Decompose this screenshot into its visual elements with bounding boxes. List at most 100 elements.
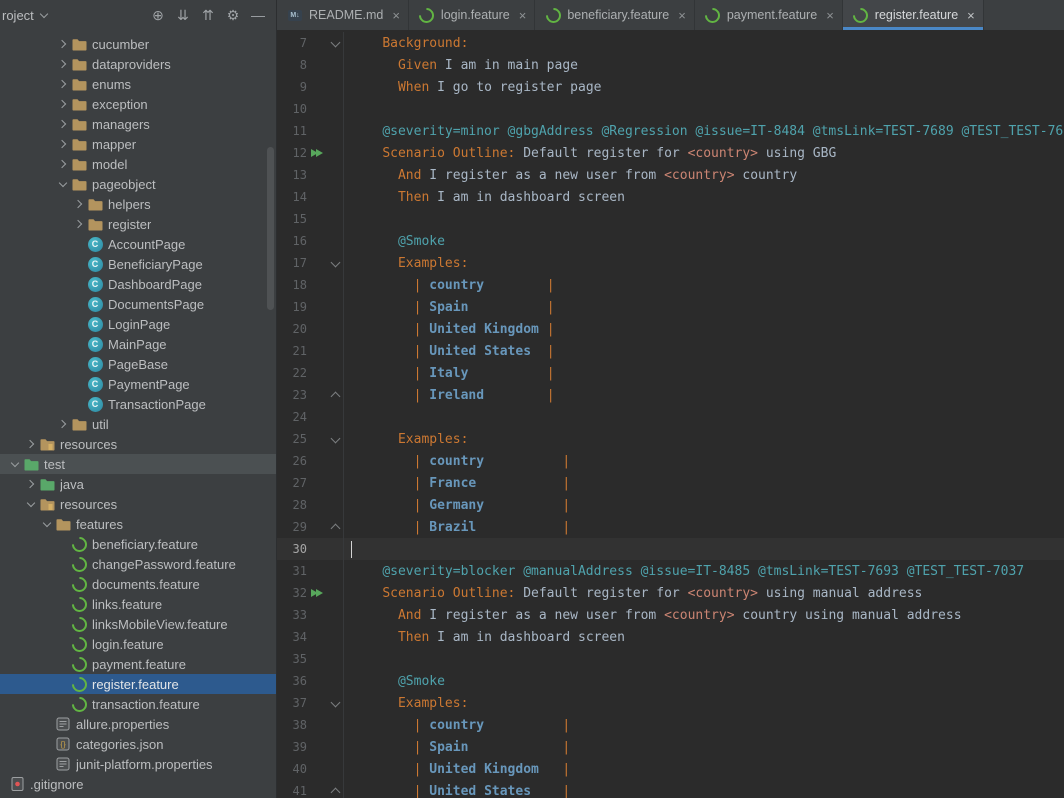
editor-line-26[interactable]: 26 | country | [277,450,1064,472]
editor-line-38[interactable]: 38 | country | [277,714,1064,736]
editor-line-15[interactable]: 15 [277,208,1064,230]
tree-item-mapper[interactable]: mapper [0,134,276,154]
tree-item-features[interactable]: features [0,514,276,534]
tree-item-links-feature[interactable]: links.feature [0,594,276,614]
editor-line-10[interactable]: 10 [277,98,1064,120]
tree-item-test[interactable]: test [0,454,276,474]
chevron-down-icon[interactable] [8,462,22,466]
fold-down-icon[interactable] [327,32,344,54]
tree-item-model[interactable]: model [0,154,276,174]
chevron-down-icon[interactable] [24,502,38,506]
tree-item-register-feature[interactable]: register.feature [0,674,276,694]
fold-up-icon[interactable] [327,384,344,406]
chevron-down-icon[interactable] [56,182,70,186]
locate-icon[interactable]: ⊕ [150,7,166,24]
editor-line-30[interactable]: 30 [277,538,1064,560]
tree-item-dataproviders[interactable]: dataproviders [0,54,276,74]
editor-line-20[interactable]: 20 | United Kingdom | [277,318,1064,340]
fold-down-icon[interactable] [327,692,344,714]
editor-line-33[interactable]: 33 And I register as a new user from <co… [277,604,1064,626]
chevron-right-icon[interactable] [56,61,70,67]
chevron-right-icon[interactable] [56,81,70,87]
hide-panel-icon[interactable]: — [250,7,266,23]
tree-item-exception[interactable]: exception [0,94,276,114]
editor-line-12[interactable]: 12 Scenario Outline: Default register fo… [277,142,1064,164]
chevron-down-icon[interactable] [40,522,54,526]
editor-line-11[interactable]: 11 @severity=minor @gbgAddress @Regressi… [277,120,1064,142]
project-panel-title[interactable]: roject [2,8,47,23]
expand-all-icon[interactable]: ⇊ [175,7,191,24]
chevron-right-icon[interactable] [56,41,70,47]
editor-line-36[interactable]: 36 @Smoke [277,670,1064,692]
tree-item-java[interactable]: java [0,474,276,494]
close-icon[interactable]: × [967,8,975,23]
editor-line-8[interactable]: 8 Given I am in main page [277,54,1064,76]
editor-line-41[interactable]: 41 | United States | [277,780,1064,798]
editor-line-28[interactable]: 28 | Germany | [277,494,1064,516]
tree-item-managers[interactable]: managers [0,114,276,134]
editor-line-16[interactable]: 16 @Smoke [277,230,1064,252]
tree-item-paymentpage[interactable]: CPaymentPage [0,374,276,394]
editor-line-35[interactable]: 35 [277,648,1064,670]
chevron-right-icon[interactable] [72,221,86,227]
tree-item-beneficiarypage[interactable]: CBeneficiaryPage [0,254,276,274]
tree-item-util[interactable]: util [0,414,276,434]
close-icon[interactable]: × [826,8,834,23]
editor-line-7[interactable]: 7 Background: [277,32,1064,54]
editor-line-29[interactable]: 29 | Brazil | [277,516,1064,538]
tab-beneficiary-feature[interactable]: beneficiary.feature× [535,0,695,30]
editor-line-25[interactable]: 25 Examples: [277,428,1064,450]
tree-item-pagebase[interactable]: CPageBase [0,354,276,374]
tree-item-cucumber[interactable]: cucumber [0,34,276,54]
tree-item-transactionpage[interactable]: CTransactionPage [0,394,276,414]
tree-item-categories-json[interactable]: {}categories.json [0,734,276,754]
chevron-right-icon[interactable] [56,101,70,107]
editor-line-40[interactable]: 40 | United Kingdom | [277,758,1064,780]
editor-line-31[interactable]: 31 @severity=blocker @manualAddress @iss… [277,560,1064,582]
editor-line-32[interactable]: 32 Scenario Outline: Default register fo… [277,582,1064,604]
tree-item-accountpage[interactable]: CAccountPage [0,234,276,254]
editor[interactable]: 7 Background:8 Given I am in main page9 … [277,30,1064,798]
tree-item-loginpage[interactable]: CLoginPage [0,314,276,334]
editor-line-18[interactable]: 18 | country | [277,274,1064,296]
tree-item-changepassword-feature[interactable]: changePassword.feature [0,554,276,574]
editor-line-34[interactable]: 34 Then I am in dashboard screen [277,626,1064,648]
tree-item-allure-properties[interactable]: allure.properties [0,714,276,734]
close-icon[interactable]: × [678,8,686,23]
editor-line-21[interactable]: 21 | United States | [277,340,1064,362]
fold-up-icon[interactable] [327,780,344,798]
tree-item-transaction-feature[interactable]: transaction.feature [0,694,276,714]
tree-item-resources[interactable]: resources [0,494,276,514]
tree-item-mainpage[interactable]: CMainPage [0,334,276,354]
run-scenario-icon[interactable] [307,149,327,157]
editor-line-24[interactable]: 24 [277,406,1064,428]
tree-item-payment-feature[interactable]: payment.feature [0,654,276,674]
tree-item-pageobject[interactable]: pageobject [0,174,276,194]
tree-item-resources[interactable]: resources [0,434,276,454]
chevron-right-icon[interactable] [24,481,38,487]
tree-item-helpers[interactable]: helpers [0,194,276,214]
editor-line-22[interactable]: 22 | Italy | [277,362,1064,384]
tree-item-beneficiary-feature[interactable]: beneficiary.feature [0,534,276,554]
editor-line-27[interactable]: 27 | France | [277,472,1064,494]
tree-item-documents-feature[interactable]: documents.feature [0,574,276,594]
tree-item-gitignore[interactable]: .gitignore [0,774,276,794]
editor-line-17[interactable]: 17 Examples: [277,252,1064,274]
tree-item-documentspage[interactable]: CDocumentsPage [0,294,276,314]
editor-line-9[interactable]: 9 When I go to register page [277,76,1064,98]
editor-line-14[interactable]: 14 Then I am in dashboard screen [277,186,1064,208]
tab-login-feature[interactable]: login.feature× [409,0,535,30]
tab-readme-md[interactable]: M↓README.md× [277,0,409,30]
tree-item-linksmobileview-feature[interactable]: linksMobileView.feature [0,614,276,634]
run-scenario-icon[interactable] [307,589,327,597]
editor-line-23[interactable]: 23 | Ireland | [277,384,1064,406]
editor-line-13[interactable]: 13 And I register as a new user from <co… [277,164,1064,186]
close-icon[interactable]: × [519,8,527,23]
collapse-all-icon[interactable]: ⇈ [200,7,216,24]
tree-item-dashboardpage[interactable]: CDashboardPage [0,274,276,294]
tab-register-feature[interactable]: register.feature× [843,0,984,30]
chevron-right-icon[interactable] [72,201,86,207]
fold-down-icon[interactable] [327,252,344,274]
fold-down-icon[interactable] [327,428,344,450]
fold-up-icon[interactable] [327,516,344,538]
